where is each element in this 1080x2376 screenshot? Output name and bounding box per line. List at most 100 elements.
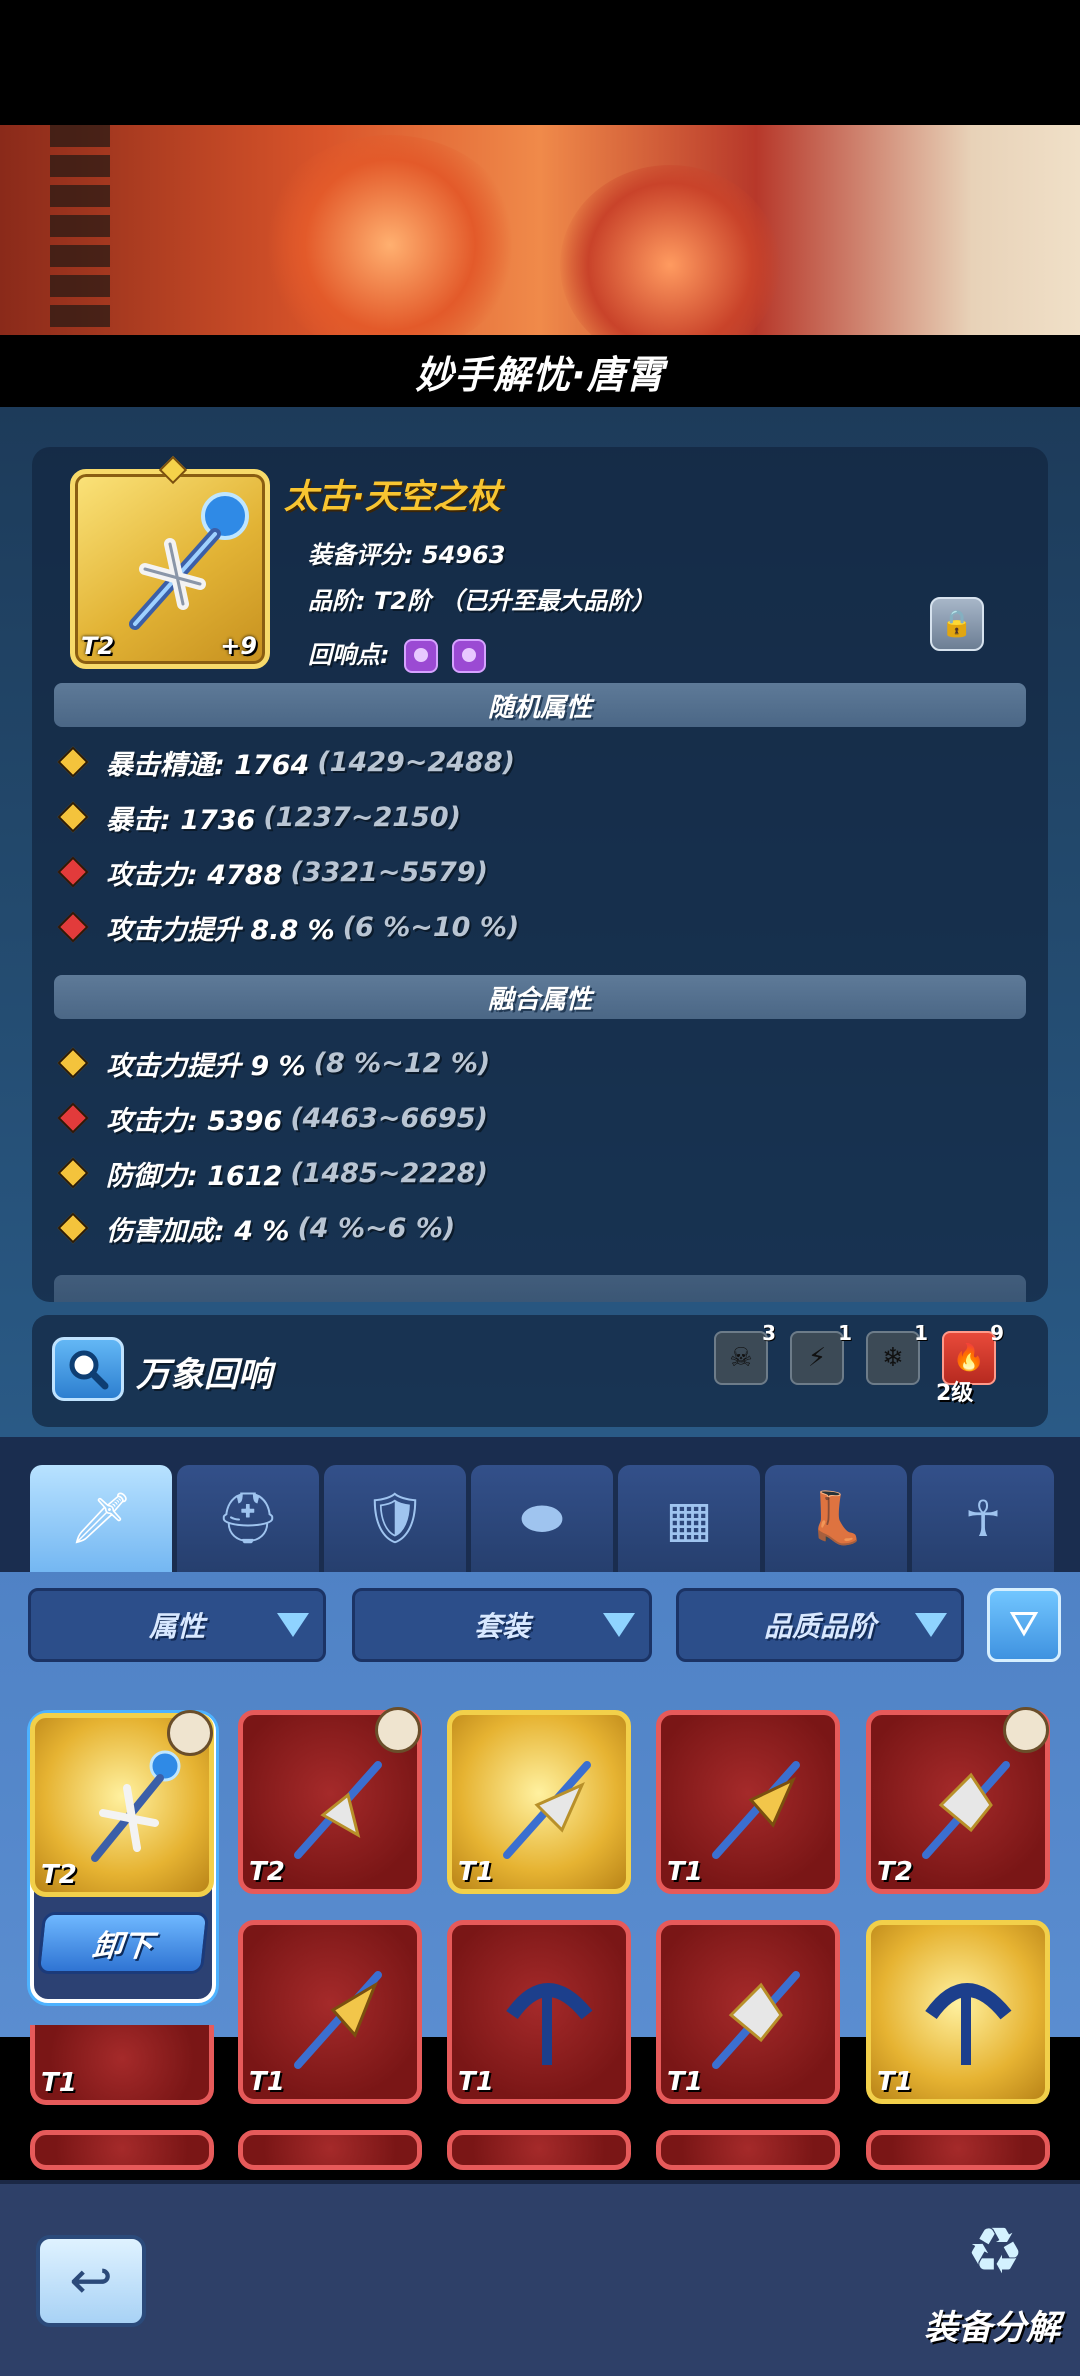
equipped-weapon-icon[interactable]: T2 +9 (70, 455, 270, 669)
item-tier: T1 (458, 1857, 494, 1887)
inventory-item[interactable]: T2 (238, 1707, 422, 1894)
inventory-item-clipped[interactable] (656, 2130, 840, 2170)
inventory-item[interactable]: T1 (656, 1710, 840, 1894)
inventory-item[interactable]: T1 (447, 1710, 631, 1894)
attr-range: (3321~5579) (290, 856, 488, 888)
hero-avatar-badge (375, 1707, 421, 1753)
echo-level: 2级 (936, 1381, 974, 1406)
tab-armor[interactable]: 🛡 (324, 1465, 466, 1572)
hero-title-bar: 妙手解忧·唐霄 (0, 335, 1080, 407)
inventory-item-clipped[interactable] (866, 2130, 1050, 2170)
trident-icon (506, 1983, 593, 2065)
lightning-badge-icon (1003, 1707, 1049, 1753)
trident-icon (503, 1761, 591, 1859)
attr-row: 攻击力提升 8.8 % (6 %~10 %) (57, 907, 519, 947)
inventory-item[interactable]: T1 (447, 1920, 631, 2104)
helmet-icon: ⛑ (216, 1489, 280, 1547)
lock-button[interactable]: 🔒 (930, 597, 984, 651)
gold-diamond-icon (57, 1212, 89, 1244)
trident-icon (294, 1971, 382, 2069)
axe-icon (922, 1761, 1010, 1859)
item-tier: T1 (667, 2067, 703, 2097)
search-button[interactable] (52, 1337, 124, 1401)
snowflake-echo-slot[interactable]: ❄ 1 (866, 1321, 928, 1385)
inventory-item[interactable]: T1 (238, 1920, 422, 2104)
tab-boots[interactable]: 👢 (765, 1465, 907, 1572)
gold-diamond-icon (57, 1047, 89, 1079)
attr-label: 攻击力提升 9 % (106, 1050, 306, 1082)
chevron-down-icon (915, 1613, 947, 1637)
hero-avatar-badge (167, 1710, 213, 1756)
attr-range: (1429~2488) (317, 746, 515, 778)
skull-echo-slot[interactable]: ☠ 3 (714, 1321, 776, 1385)
tab-weapon[interactable]: 🗡 (30, 1465, 172, 1572)
fire-icon: 🔥 (952, 1343, 986, 1373)
boots-icon: 👢 (804, 1489, 868, 1547)
attr-row: 攻击力: 4788 (3321~5579) (57, 852, 488, 892)
random-attrs-header: 随机属性 (54, 683, 1026, 727)
attr-row: 暴击精通: 1764 (1429~2488) (57, 742, 515, 782)
tab-necklace[interactable]: ☥ (912, 1465, 1054, 1572)
dropdown-label: 属性 (148, 1610, 205, 1643)
tab-pants[interactable]: ▦ (618, 1465, 760, 1572)
chevron-down-icon (277, 1613, 309, 1637)
set-filter-dropdown[interactable]: 套装 (352, 1588, 652, 1662)
echo-panel: 万象回响 ☠ 3 ⚡ 1 ❄ 1 🔥 9 2级 (32, 1315, 1048, 1427)
snowflake-icon: ❄ (882, 1343, 904, 1373)
flame-decoration (560, 165, 780, 335)
echo-count: 1 (914, 1321, 928, 1345)
hero-title: 妙手解忧·唐霄 (415, 352, 665, 397)
sword-icon: 🗡 (69, 1489, 133, 1547)
filter-icon: ⛛ (1008, 1604, 1040, 1645)
staff-icon (91, 1750, 181, 1862)
attr-row: 攻击力提升 9 % (8 %~12 %) (57, 1043, 491, 1083)
attr-row: 防御力: 1612 (1485~2228) (57, 1153, 488, 1193)
attr-row: 攻击力: 5396 (4463~6695) (57, 1098, 488, 1138)
unequip-button[interactable]: 卸下 (36, 1912, 210, 1974)
decompose-button-label[interactable]: 装备分解 (924, 2300, 1060, 2349)
echo-title: 万象回响 (136, 1355, 272, 1395)
armor-icon: 🛡 (363, 1489, 427, 1547)
inventory-item[interactable]: T1 (866, 1920, 1050, 2104)
attr-range: (8 %~12 %) (313, 1047, 491, 1079)
attribute-filter-dropdown[interactable]: 属性 (28, 1588, 326, 1662)
inventory-item-selected[interactable]: T2 (30, 1710, 214, 1897)
back-button[interactable]: ↩ (36, 2235, 146, 2327)
chevron-down-icon (603, 1613, 635, 1637)
filter-clear-button[interactable]: ⛛ (987, 1588, 1061, 1662)
equipment-grade: 品阶: T2阶 （已升至最大品阶） (308, 587, 656, 615)
item-tier: T1 (458, 2067, 494, 2097)
item-tier: T2 (249, 1857, 285, 1887)
inventory-item[interactable]: T1 (656, 1920, 840, 2104)
hero-banner-art (0, 125, 1080, 335)
echo-points-row: 回响点: (308, 635, 487, 673)
tab-bracer[interactable]: ⬬ (471, 1465, 613, 1572)
icon-tier-tag: T2 (81, 632, 115, 660)
back-arrow-icon: ↩ (69, 2251, 113, 2311)
echo-count: 1 (838, 1321, 852, 1345)
item-tier: T2 (877, 1857, 913, 1887)
inventory-item-partial[interactable]: T1 (30, 2025, 214, 2105)
inventory-item-clipped[interactable] (447, 2130, 631, 2170)
quality-filter-dropdown[interactable]: 品质品阶 (676, 1588, 964, 1662)
axe-icon (712, 1971, 800, 2069)
inventory-item[interactable]: T2 (866, 1707, 1050, 1894)
next-section-header-clipped (54, 1275, 1026, 1302)
inventory-item-clipped[interactable] (238, 2130, 422, 2170)
attr-label: 攻击力提升 8.8 % (106, 914, 335, 946)
echo-count: 9 (990, 1321, 1004, 1345)
dropdown-label: 品质品阶 (763, 1610, 876, 1643)
trident-icon (925, 1983, 1012, 2065)
attr-row: 伤害加成: 4 % (4 %~6 %) (57, 1208, 455, 1248)
chain-decoration (50, 125, 110, 335)
gold-diamond-icon (57, 801, 89, 833)
skull-echo-icon (403, 639, 438, 673)
item-tier: T1 (877, 2067, 913, 2097)
inventory-item-clipped[interactable] (30, 2130, 214, 2170)
echo-points-label: 回响点: (308, 641, 390, 669)
lightning-echo-slot[interactable]: ⚡ 1 (790, 1321, 852, 1385)
red-diamond-icon (57, 856, 89, 888)
tab-helmet[interactable]: ⛑ (177, 1465, 319, 1572)
recycle-icon[interactable]: ♻ (940, 2212, 1050, 2292)
attr-row: 暴击: 1736 (1237~2150) (57, 797, 461, 837)
